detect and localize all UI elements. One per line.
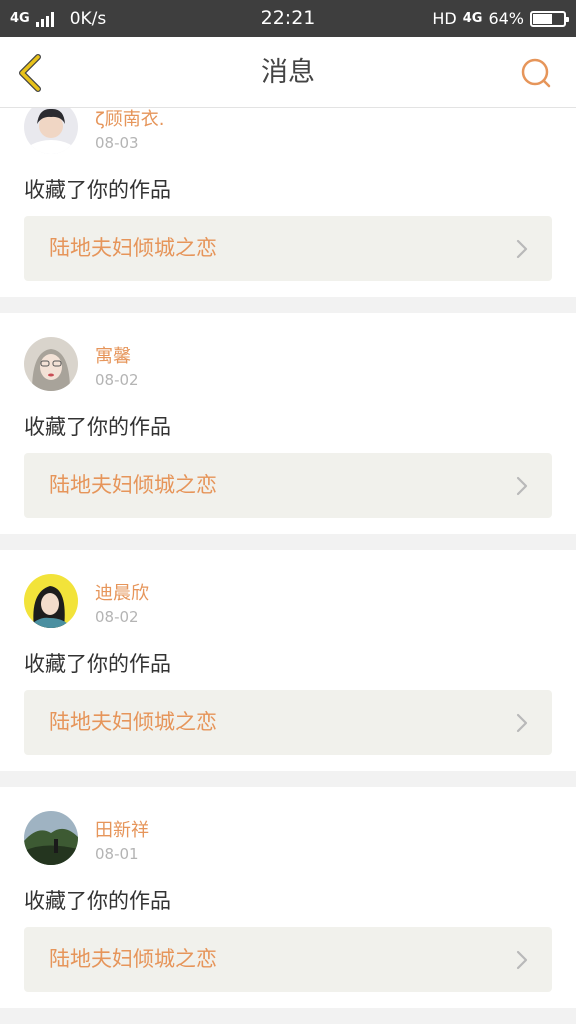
- battery-percent: 64%: [488, 9, 524, 28]
- search-button[interactable]: [520, 57, 554, 91]
- avatar[interactable]: [24, 811, 78, 865]
- avatar-girl-image: [24, 337, 78, 391]
- avatar[interactable]: [24, 337, 78, 391]
- action-text: 收藏了你的作品: [24, 415, 171, 439]
- username[interactable]: 寓馨: [95, 342, 131, 368]
- avatar[interactable]: [24, 108, 78, 154]
- search-icon: [521, 58, 551, 88]
- message-date: 08-02: [95, 371, 139, 389]
- username[interactable]: 田新祥: [95, 816, 149, 842]
- chevron-right-icon: [516, 713, 528, 733]
- username[interactable]: 迪晨欣: [95, 579, 149, 605]
- header: 消息: [0, 37, 576, 108]
- back-arrow-icon: [19, 54, 41, 92]
- message-card: 田新祥 08-01 收藏了你的作品 陆地夫妇倾城之恋: [0, 787, 576, 1008]
- message-list-inner: ζ顾南衣. 08-03 收藏了你的作品 陆地夫妇倾城之恋 寓馨 08-02 收藏…: [0, 108, 576, 1024]
- action-text: 收藏了你的作品: [24, 652, 171, 676]
- work-title: 陆地夫妇倾城之恋: [49, 710, 217, 734]
- chevron-right-icon: [516, 950, 528, 970]
- action-text: 收藏了你的作品: [24, 178, 171, 202]
- work-link[interactable]: 陆地夫妇倾城之恋: [24, 453, 552, 518]
- status-right: HD 4G 64%: [432, 0, 569, 37]
- back-button[interactable]: [14, 53, 48, 93]
- hd-indicator: HD: [432, 9, 457, 28]
- work-link[interactable]: 陆地夫妇倾城之恋: [24, 690, 552, 755]
- chevron-right-icon: [516, 239, 528, 259]
- message-card: ζ顾南衣. 08-03 收藏了你的作品 陆地夫妇倾城之恋: [0, 108, 576, 297]
- message-date: 08-02: [95, 608, 139, 626]
- work-link[interactable]: 陆地夫妇倾城之恋: [24, 216, 552, 281]
- page-title: 消息: [261, 57, 315, 88]
- message-list[interactable]: ζ顾南衣. 08-03 收藏了你的作品 陆地夫妇倾城之恋 寓馨 08-02 收藏…: [0, 108, 576, 1024]
- avatar-boy-image: [24, 108, 78, 154]
- work-title: 陆地夫妇倾城之恋: [49, 236, 217, 260]
- action-text: 收藏了你的作品: [24, 889, 171, 913]
- network-type-right: 4G: [462, 11, 483, 26]
- battery-icon: [530, 10, 569, 27]
- message-date: 08-03: [95, 134, 139, 152]
- work-link[interactable]: 陆地夫妇倾城之恋: [24, 927, 552, 992]
- message-card: 寓馨 08-02 收藏了你的作品 陆地夫妇倾城之恋: [0, 313, 576, 534]
- username[interactable]: ζ顾南衣.: [95, 108, 165, 131]
- message-card: 迪晨欣 08-02 收藏了你的作品 陆地夫妇倾城之恋: [0, 550, 576, 771]
- status-bar: 4G 0K/s 22:21 HD 4G 64%: [0, 0, 576, 37]
- avatar-woman-yellow-image: [24, 574, 78, 628]
- avatar-landscape-image: [24, 811, 78, 865]
- work-title: 陆地夫妇倾城之恋: [49, 473, 217, 497]
- work-title: 陆地夫妇倾城之恋: [49, 947, 217, 971]
- battery-fill: [533, 13, 553, 24]
- message-date: 08-01: [95, 845, 139, 863]
- avatar[interactable]: [24, 574, 78, 628]
- chevron-right-icon: [516, 476, 528, 496]
